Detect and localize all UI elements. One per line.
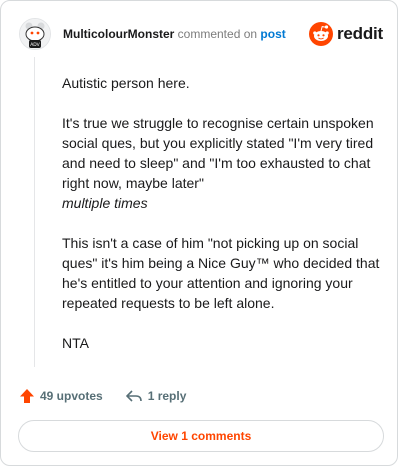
comment-paragraph: NTA: [62, 335, 89, 351]
avatar[interactable]: ADV: [19, 18, 51, 50]
svg-text:ADV: ADV: [30, 42, 40, 48]
reply-button[interactable]: 1 reply: [125, 388, 187, 404]
comment-paragraph: It's true we struggle to recognise certa…: [62, 113, 380, 213]
reply-count: 1 reply: [147, 389, 187, 403]
reddit-logo-icon: [308, 22, 333, 46]
comment-username[interactable]: MulticolourMonster: [63, 27, 174, 41]
upvote-count: 49 upvotes: [40, 389, 103, 403]
comment-body: Autistic person here. It's true we strug…: [62, 73, 380, 373]
comment-actions: 49 upvotes 1 reply: [19, 385, 186, 407]
comment-text: It's true we struggle to recognise certa…: [62, 115, 374, 191]
post-link[interactable]: post: [260, 27, 285, 41]
comment-emphasis: multiple times: [62, 195, 148, 211]
comment-paragraph: Autistic person here.: [62, 75, 190, 91]
avatar-snoo-icon: ADV: [20, 19, 50, 49]
comment-card: ADV MulticolourMonster commented on post…: [0, 0, 398, 466]
thread-line[interactable]: [34, 57, 35, 367]
comment-meta: MulticolourMonster commented on post: [63, 26, 309, 42]
view-comments-button[interactable]: View 1 comments: [18, 420, 384, 452]
comment-action-text: commented on: [177, 27, 258, 41]
reddit-wordmark: reddit: [336, 24, 383, 43]
upvote-button[interactable]: 49 upvotes: [19, 388, 103, 404]
reddit-brand[interactable]: reddit: [308, 22, 383, 46]
comment-paragraph: This isn't a case of him "not picking up…: [62, 235, 380, 311]
upvote-arrow-icon: [20, 389, 34, 403]
reply-icon: [125, 390, 142, 402]
comment-header: ADV MulticolourMonster commented on post…: [19, 17, 383, 51]
